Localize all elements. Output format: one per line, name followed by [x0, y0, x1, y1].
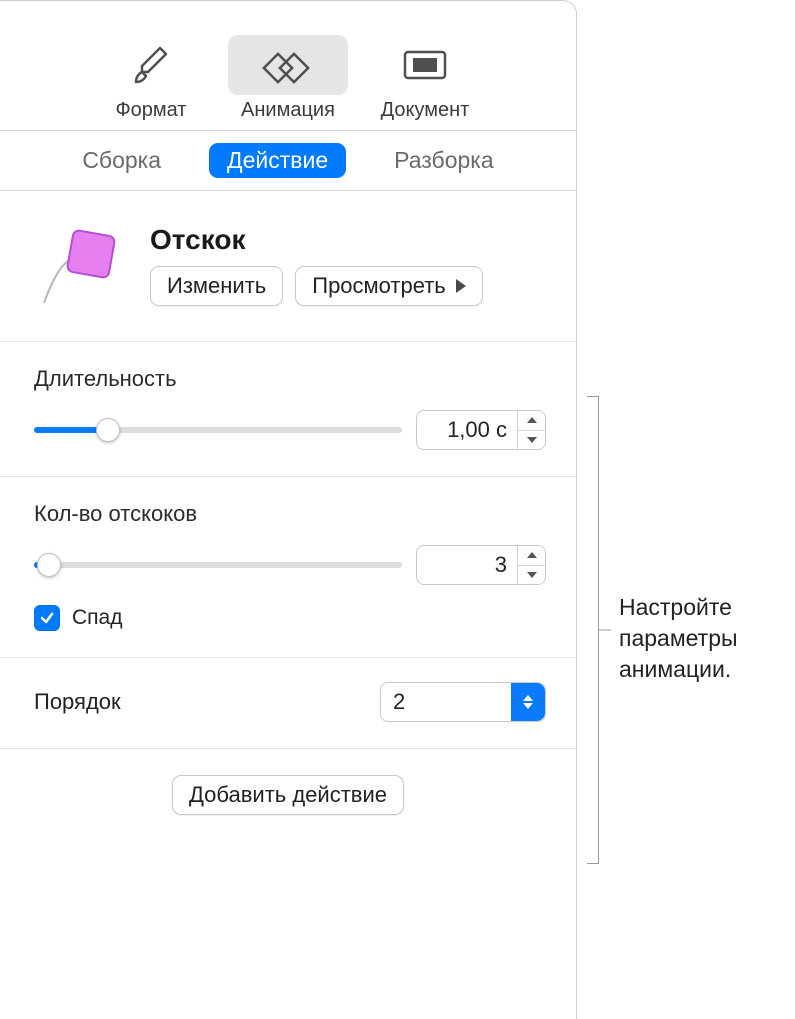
duration-value: 1,00 с: [417, 411, 517, 449]
tab-format-label: Формат: [115, 99, 186, 122]
tab-document[interactable]: Документ: [363, 35, 488, 122]
order-select[interactable]: 2: [380, 682, 546, 722]
duration-label: Длительность: [34, 366, 546, 392]
bounces-stepper-field[interactable]: 3: [416, 545, 546, 585]
callout-text: Настройте параметры анимации.: [619, 592, 779, 685]
subtab-build-out[interactable]: Разборка: [376, 143, 512, 178]
order-select-button[interactable]: [511, 683, 545, 721]
order-section: Порядок 2: [0, 658, 576, 749]
bounces-value: 3: [417, 546, 517, 584]
decay-label: Спад: [72, 606, 122, 630]
animation-subtabs: Сборка Действие Разборка: [0, 131, 576, 191]
play-icon: [456, 279, 466, 293]
chevron-up-icon: [523, 695, 533, 701]
animation-icon: [262, 44, 314, 86]
duration-stepper-field[interactable]: 1,00 с: [416, 410, 546, 450]
footer: Добавить действие: [0, 749, 576, 841]
bounces-slider[interactable]: [34, 553, 402, 577]
effect-title: Отскок: [150, 224, 483, 256]
checkmark-icon: [39, 610, 55, 626]
tab-format[interactable]: Формат: [89, 35, 214, 122]
order-label: Порядок: [34, 689, 121, 715]
toolbar: Формат Анимация Документ: [0, 1, 576, 131]
tab-document-label: Документ: [381, 99, 470, 122]
duration-step-down[interactable]: [518, 431, 545, 450]
paintbrush-icon: [130, 44, 172, 86]
document-icon: [401, 46, 449, 84]
change-effect-label: Изменить: [167, 273, 266, 299]
callout: Настройте параметры анимации.: [577, 396, 779, 864]
preview-button[interactable]: Просмотреть: [295, 266, 483, 306]
subtab-action[interactable]: Действие: [209, 143, 346, 178]
callout-bracket: [577, 396, 599, 864]
inspector-panel: Формат Анимация Документ Сборка Дейст: [0, 0, 577, 1019]
duration-step-up[interactable]: [518, 411, 545, 431]
decay-checkbox[interactable]: [34, 605, 60, 631]
effect-header: Отскок Изменить Просмотреть: [0, 191, 576, 342]
bounces-step-up[interactable]: [518, 546, 545, 566]
order-value: 2: [381, 689, 511, 715]
chevron-down-icon: [523, 703, 533, 709]
tab-animation[interactable]: Анимация: [226, 35, 351, 122]
add-action-button[interactable]: Добавить действие: [172, 775, 404, 815]
duration-slider[interactable]: [34, 418, 402, 442]
tab-animation-label: Анимация: [241, 99, 335, 122]
bounce-effect-icon: [34, 217, 130, 313]
subtab-build-in[interactable]: Сборка: [64, 143, 179, 178]
bounces-label: Кол-во отскоков: [34, 501, 546, 527]
change-effect-button[interactable]: Изменить: [150, 266, 283, 306]
bounces-step-down[interactable]: [518, 566, 545, 585]
bounces-section: Кол-во отскоков 3: [0, 477, 576, 658]
add-action-label: Добавить действие: [189, 782, 387, 808]
duration-section: Длительность 1,00 с: [0, 342, 576, 477]
preview-label: Просмотреть: [312, 273, 446, 299]
